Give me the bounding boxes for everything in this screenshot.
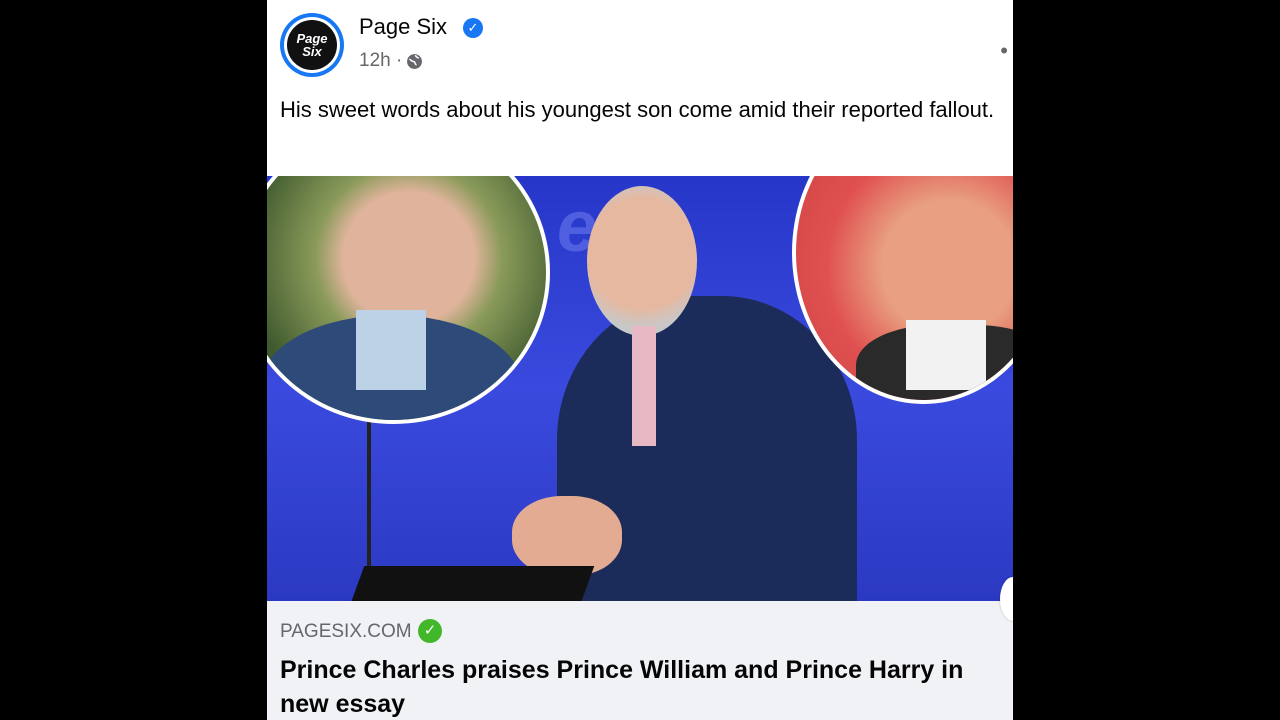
- post-meta: 12h ·: [359, 50, 423, 72]
- post-caption: His sweet words about his youngest son c…: [280, 97, 995, 122]
- more-options-icon[interactable]: •: [1000, 38, 1009, 64]
- globe-icon: [407, 53, 423, 69]
- podium: [349, 566, 595, 601]
- facebook-post: Page Six Page Six ✓ 12h · • His sweet wo…: [267, 0, 1013, 720]
- speaker-hand: [512, 496, 622, 576]
- post-image[interactable]: e: [267, 176, 1013, 601]
- inset-portrait-left: [267, 176, 550, 424]
- page-avatar[interactable]: Page Six: [280, 13, 344, 77]
- speaker-head: [587, 186, 697, 336]
- link-preview[interactable]: PAGESIX.COM ✓ Prince Charles praises Pri…: [267, 601, 1013, 720]
- logo-text-bottom: Six: [302, 44, 322, 59]
- portrait-left-shirt: [356, 310, 426, 390]
- link-headline[interactable]: Prince Charles praises Prince William an…: [280, 653, 1005, 720]
- post-header: Page Six Page Six ✓ 12h · •: [267, 0, 1013, 90]
- verified-badge-icon: ✓: [463, 18, 483, 38]
- portrait-right-shirt: [906, 320, 986, 390]
- page-name[interactable]: Page Six: [359, 14, 447, 40]
- post-timestamp[interactable]: 12h ·: [359, 50, 402, 72]
- page-six-logo: Page Six: [287, 20, 337, 70]
- check-circle-icon: ✓: [418, 619, 442, 643]
- link-domain: PAGESIX.COM: [280, 621, 412, 642]
- speaker-tie: [632, 326, 656, 446]
- avatar-ring: Page Six: [284, 17, 340, 73]
